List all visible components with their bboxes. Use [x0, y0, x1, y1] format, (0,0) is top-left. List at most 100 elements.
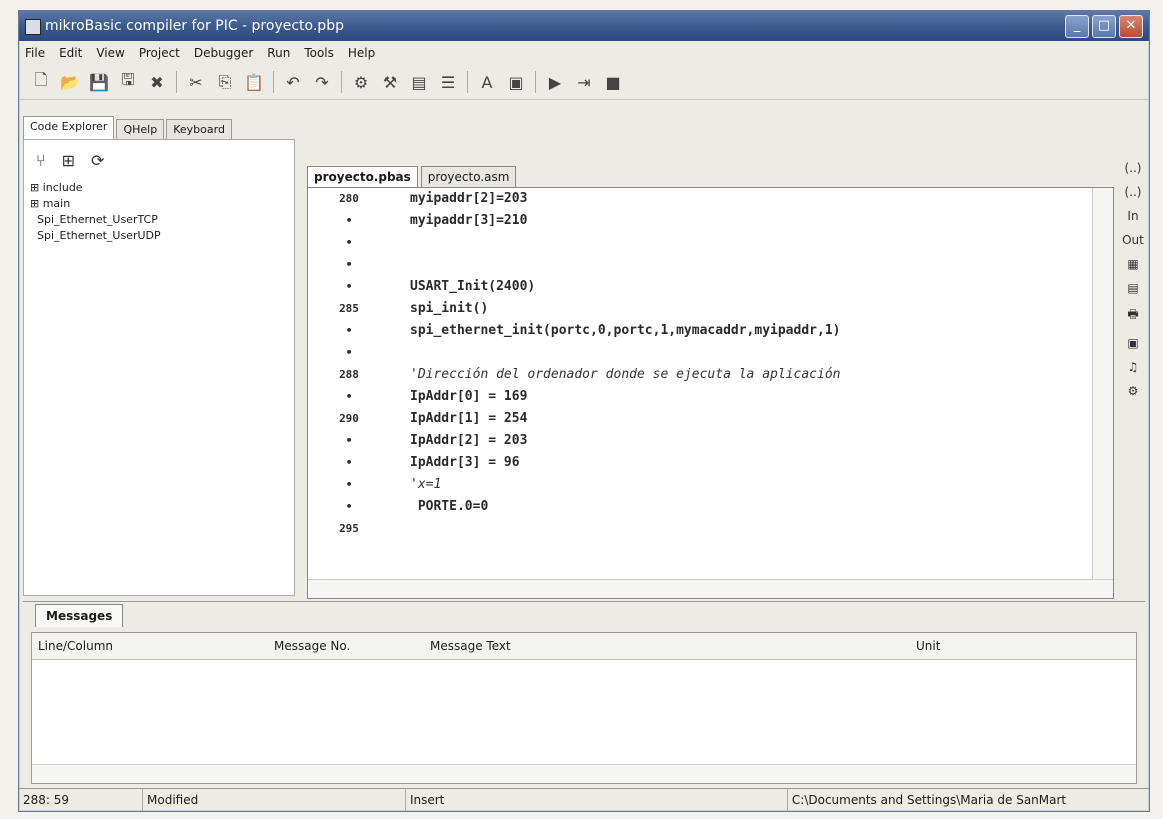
- code-line[interactable]: USART_Init(2400): [410, 276, 1091, 298]
- tool-in[interactable]: In: [1127, 209, 1138, 223]
- menu-tools[interactable]: Tools: [304, 46, 334, 60]
- line-number: •: [345, 280, 353, 293]
- column-message-text[interactable]: Message Text: [424, 633, 910, 659]
- expand-all-icon[interactable]: ⑂: [36, 151, 46, 170]
- lcd-icon[interactable]: ▦: [1127, 257, 1138, 271]
- code-line[interactable]: [410, 342, 1091, 364]
- line-number: •: [345, 346, 353, 359]
- editor-horizontal-scrollbar[interactable]: [308, 579, 1113, 598]
- line-number: •: [345, 478, 353, 491]
- menu-view[interactable]: View: [96, 46, 124, 60]
- collapse-all-icon[interactable]: ⊞: [62, 151, 75, 170]
- line-number: 288: [339, 368, 359, 381]
- line-number: •: [345, 258, 353, 271]
- explorer-tree: ⊞ include ⊞ main Spi_Ethernet_UserTCP Sp…: [24, 180, 294, 244]
- open-file-icon[interactable]: 📂: [60, 73, 80, 92]
- paste-icon[interactable]: 📋: [244, 73, 264, 92]
- cut-icon[interactable]: ✂: [186, 73, 206, 92]
- line-number: 285: [339, 302, 359, 315]
- code-line[interactable]: [410, 232, 1091, 254]
- code-line[interactable]: spi_init(): [410, 298, 1091, 320]
- line-number: •: [345, 456, 353, 469]
- right-tools: (..) (..) In Out ▦ ▤ 🖶 ▣ ♫ ⚙: [1119, 161, 1147, 541]
- line-number: 290: [339, 412, 359, 425]
- code-line[interactable]: 'x=1: [410, 474, 1091, 496]
- code-line[interactable]: IpAddr[0] = 169: [410, 386, 1091, 408]
- messages-panel: Messages Line/Column Message No. Message…: [23, 601, 1145, 788]
- tab-proyecto-asm[interactable]: proyecto.asm: [420, 166, 517, 187]
- tool-out[interactable]: Out: [1122, 233, 1144, 247]
- column-message-no[interactable]: Message No.: [268, 633, 424, 659]
- toolbar-separator: [467, 71, 468, 93]
- redo-icon[interactable]: ↷: [312, 73, 332, 92]
- copy-icon[interactable]: ⎘: [215, 72, 235, 92]
- tree-item[interactable]: Spi_Ethernet_UserTCP: [30, 212, 294, 228]
- menu-help[interactable]: Help: [348, 46, 375, 60]
- code-explorer-panel: ⑂ ⊞ ⟳ ⊞ include ⊞ main Spi_Ethernet_User…: [23, 139, 295, 596]
- minimize-button[interactable]: _: [1065, 15, 1089, 38]
- line-number: •: [345, 390, 353, 403]
- debug-start-icon[interactable]: ▶: [545, 73, 565, 92]
- code-line[interactable]: IpAddr[2] = 203: [410, 430, 1091, 452]
- code-line[interactable]: myipaddr[2]=203: [410, 188, 1091, 210]
- tool-bracket-1[interactable]: (..): [1125, 161, 1142, 175]
- messages-horizontal-scrollbar[interactable]: [32, 764, 1136, 783]
- tab-qhelp[interactable]: QHelp: [116, 119, 165, 139]
- code-line[interactable]: IpAddr[1] = 254: [410, 408, 1091, 430]
- refresh-icon[interactable]: ⟳: [91, 151, 104, 170]
- tree-item[interactable]: ⊞ main: [30, 196, 294, 212]
- code-line[interactable]: 'Dirección del ordenador donde se ejecut…: [410, 364, 1091, 386]
- maximize-button[interactable]: □: [1092, 15, 1116, 38]
- column-line-column[interactable]: Line/Column: [32, 633, 268, 659]
- code-line[interactable]: PORTE.0=0: [410, 496, 1091, 518]
- file-state: Modified: [143, 789, 406, 811]
- debug-stop-icon[interactable]: ■: [603, 73, 623, 92]
- menu-run[interactable]: Run: [267, 46, 290, 60]
- menu-edit[interactable]: Edit: [59, 46, 82, 60]
- save-icon[interactable]: 💾: [89, 73, 109, 92]
- toolbar: 🗋 📂 💾 🖫 ✖ ✂ ⎘ 📋 ↶ ↷ ⚙ ⚒ ▤ ☰ A ▣ ▶ ⇥ ■: [19, 65, 1149, 100]
- editor-vertical-scrollbar[interactable]: [1092, 188, 1113, 580]
- sound-icon[interactable]: ♫: [1128, 360, 1139, 374]
- statistics-icon[interactable]: ▣: [506, 73, 526, 92]
- tab-proyecto-pbas[interactable]: proyecto.pbas: [307, 166, 418, 187]
- cursor-position: 288: 59: [19, 789, 144, 811]
- display-icon[interactable]: ▤: [1127, 281, 1138, 295]
- code-line[interactable]: IpAddr[3] = 96: [410, 452, 1091, 474]
- code-line[interactable]: myipaddr[3]=210: [410, 210, 1091, 232]
- view-listing-icon[interactable]: ☰: [438, 73, 458, 92]
- close-button[interactable]: ✕: [1119, 15, 1143, 38]
- line-number: •: [345, 214, 353, 227]
- menu-project[interactable]: Project: [139, 46, 180, 60]
- tab-keyboard[interactable]: Keyboard: [166, 119, 232, 139]
- build-icon[interactable]: ⚙: [351, 73, 371, 92]
- menu-file[interactable]: File: [25, 46, 45, 60]
- close-file-icon[interactable]: ✖: [147, 73, 167, 92]
- code-line[interactable]: [410, 518, 1091, 540]
- save-all-icon[interactable]: 🖫: [118, 69, 138, 96]
- left-panel-tabs: Code Explorer QHelp Keyboard: [23, 107, 293, 139]
- tools-icon[interactable]: ⚙: [1128, 384, 1139, 398]
- line-number: 280: [339, 192, 359, 205]
- tool-bracket-2[interactable]: (..): [1125, 185, 1142, 199]
- debug-step-icon[interactable]: ⇥: [574, 73, 594, 92]
- code-line[interactable]: [410, 254, 1091, 276]
- new-file-icon[interactable]: 🗋: [31, 69, 51, 96]
- tree-item[interactable]: Spi_Ethernet_UserUDP: [30, 228, 294, 244]
- font-icon[interactable]: A: [477, 73, 497, 92]
- column-unit[interactable]: Unit: [910, 633, 1116, 659]
- undo-icon[interactable]: ↶: [283, 73, 303, 92]
- tab-code-explorer[interactable]: Code Explorer: [23, 116, 115, 139]
- terminal-icon[interactable]: 🖶: [1127, 305, 1138, 326]
- code-area[interactable]: myipaddr[2]=203 myipaddr[3]=210 USART_Init…: [410, 188, 1091, 580]
- code-editor[interactable]: 280 • • • • 285 • • 288 • 290 • • • • 295 myipaddr[2]=2…: [307, 187, 1114, 599]
- graphics-icon[interactable]: ▣: [1127, 336, 1138, 350]
- tree-item[interactable]: ⊞ include: [30, 180, 294, 196]
- title-bar: mikroBasic compiler for PIC - proyecto.p…: [19, 11, 1149, 41]
- code-line[interactable]: spi_ethernet_init(portc,0,portc,1,mymaca…: [410, 320, 1091, 342]
- build-options-icon[interactable]: ⚒: [380, 73, 400, 92]
- program-icon[interactable]: ▤: [409, 73, 429, 92]
- menu-debugger[interactable]: Debugger: [194, 46, 253, 60]
- messages-tab[interactable]: Messages: [35, 604, 124, 627]
- line-gutter: 280 • • • • 285 • • 288 • 290 • • • • 295: [308, 188, 390, 580]
